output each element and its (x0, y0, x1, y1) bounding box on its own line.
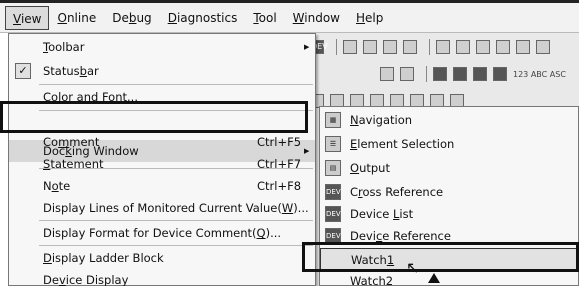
contact-icon[interactable] (456, 40, 470, 54)
contact-icon[interactable] (436, 40, 450, 54)
mouse-cursor-icon: ↖ (406, 258, 420, 277)
menu-item-display-format-device-comment[interactable]: Display Format for Device Comment(Q)... (9, 222, 315, 244)
menu-item-note[interactable]: Note Ctrl+F8 (9, 175, 315, 197)
menu-item-device-display[interactable]: Device Display (9, 269, 315, 286)
format-text: 123 ABC ASC (513, 69, 566, 79)
menu-item-display-ladder-block[interactable]: Display Ladder Block (9, 247, 315, 269)
contact-icon[interactable] (516, 40, 530, 54)
menu-window[interactable]: Window (285, 6, 348, 30)
shortcut-label: Ctrl+F8 (257, 179, 302, 193)
menu-diagnostics[interactable]: Diagnostics (160, 6, 246, 30)
submenu-item-label: Cross Reference (350, 185, 444, 199)
page-icon[interactable] (400, 67, 414, 81)
submenu-item-element-selection[interactable]: ☰ Element Selection (320, 133, 578, 155)
output-icon: ▤ (325, 160, 341, 176)
contact-icon[interactable] (476, 40, 490, 54)
menu-item-label: Toolbar (43, 40, 85, 54)
submenu-item-label: Watch2 (350, 274, 394, 286)
toolbar-row-2: 123 ABC ASC (300, 62, 579, 86)
menu-item-label: Display Format for Device Comment(Q)... (43, 226, 282, 240)
menu-item-label: Comment (43, 135, 100, 149)
menu-item-statement[interactable]: Statement Ctrl+F7 (9, 153, 315, 175)
toolbar-separator (426, 66, 427, 82)
menubar: View Online Debug Diagnostics Tool Windo… (0, 0, 579, 33)
menu-item-statusbar[interactable]: ✓ Statusbar (9, 60, 315, 82)
contact-icon[interactable] (536, 40, 550, 54)
menu-item-label: Note (43, 179, 71, 193)
menu-debug[interactable]: Debug (104, 6, 159, 30)
callout-arrow-icon (428, 273, 440, 283)
device-list-icon: DEV (325, 206, 341, 222)
menu-item-toolbar[interactable]: Toolbar ▶ (9, 36, 315, 58)
ladder-icon[interactable] (383, 40, 397, 54)
menu-help[interactable]: Help (348, 6, 391, 30)
menu-item-label: Device Display (43, 273, 129, 286)
radix-2-icon[interactable] (433, 67, 447, 81)
radix-8-icon[interactable] (453, 67, 467, 81)
radix-16-icon[interactable] (493, 67, 507, 81)
menu-item-label: Statement (43, 157, 104, 171)
submenu-item-label: Navigation (350, 113, 413, 127)
view-menu: Toolbar ▶ ✓ Statusbar Color and Font... … (8, 33, 316, 286)
menu-separator (39, 84, 313, 85)
menu-online[interactable]: Online (49, 6, 104, 30)
menu-item-label: Display Ladder Block (43, 251, 164, 265)
submenu-item-navigation[interactable]: ▦ Navigation (320, 109, 578, 131)
dropdown-arrow-icon[interactable] (380, 67, 394, 81)
submenu-item-watch2[interactable]: Watch2 (320, 270, 578, 286)
submenu-item-label: Element Selection (350, 137, 455, 151)
contact-icon[interactable] (496, 40, 510, 54)
toolbar-separator (336, 39, 337, 55)
submenu-item-label: Output (350, 161, 390, 175)
submenu-item-cross-reference[interactable]: DEV Cross Reference (320, 181, 578, 203)
menu-separator (39, 220, 313, 221)
submenu-item-device-list[interactable]: DEV Device List (320, 203, 578, 225)
submenu-item-output[interactable]: ▤ Output (320, 157, 578, 179)
checkmark-icon: ✓ (15, 63, 31, 79)
radix-10-icon[interactable] (473, 67, 487, 81)
docking-window-highlight-box (0, 101, 308, 133)
submenu-item-label: Device List (350, 207, 414, 221)
watch1-highlight-box (302, 242, 579, 272)
element-selection-icon: ☰ (325, 136, 341, 152)
menu-item-label: Statusbar (43, 64, 99, 78)
menu-separator (39, 245, 313, 246)
menu-item-comment[interactable]: Comment Ctrl+F5 (9, 131, 315, 153)
toolbar-row-1: DEV (300, 35, 579, 59)
shortcut-label: Ctrl+F7 (257, 157, 302, 171)
ladder-icon[interactable] (403, 40, 417, 54)
toolbar-separator (429, 39, 430, 55)
menu-view[interactable]: View (5, 5, 50, 30)
cross-reference-icon: DEV (325, 184, 341, 200)
ladder-icon[interactable] (343, 40, 357, 54)
shortcut-label: Ctrl+F5 (257, 135, 302, 149)
navigation-icon: ▦ (325, 112, 341, 128)
submenu-arrow-icon: ▶ (304, 43, 310, 51)
menu-item-label: Display Lines of Monitored Current Value… (43, 201, 309, 215)
ladder-icon[interactable] (363, 40, 377, 54)
menu-tool[interactable]: Tool (245, 6, 284, 30)
menu-item-display-lines-monitored[interactable]: Display Lines of Monitored Current Value… (9, 197, 315, 219)
